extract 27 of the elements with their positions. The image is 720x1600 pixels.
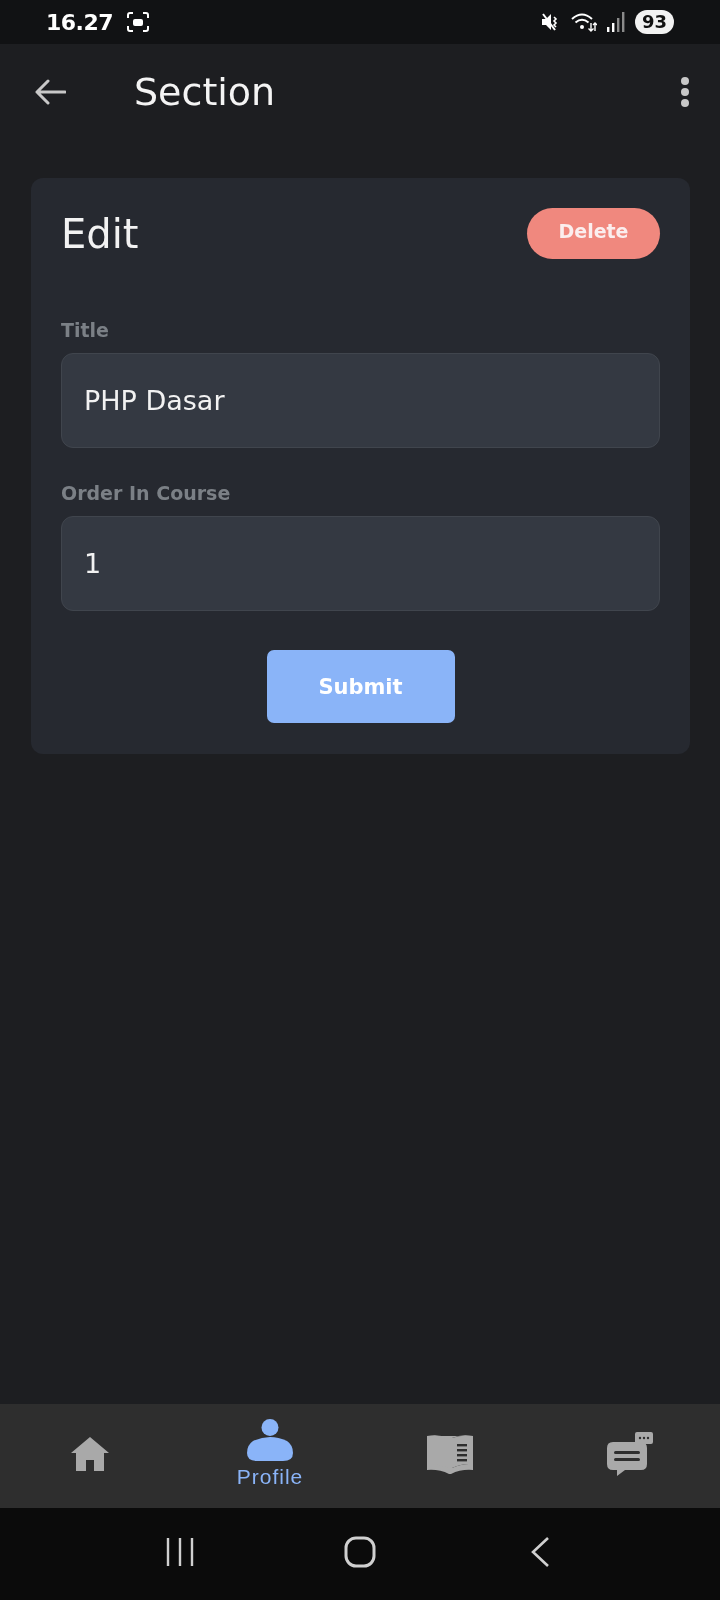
recent-apps-button[interactable] [166,1537,194,1567]
back-chevron-icon [530,1536,550,1568]
wifi-icon [570,12,597,32]
nav-tab[interactable]: Profile [180,1404,360,1508]
home-icon [71,1437,109,1471]
more-options-button[interactable] [680,77,690,107]
back-button[interactable] [34,79,66,105]
battery-level: 93 [634,10,674,34]
home-square-icon [344,1536,376,1568]
screen-title: Section [134,70,276,114]
signal-icon [606,12,625,32]
recent-apps-icon [166,1537,194,1567]
field-label: Order In Course [61,481,231,505]
nav-tab-label: Profile [236,1465,304,1489]
card-heading: Edit [61,213,139,254]
home-button[interactable] [344,1536,376,1568]
screenshot-icon [127,12,150,32]
text-input-field[interactable]: 1 [61,516,660,611]
text-input-field[interactable]: PHP Dasar [61,353,660,448]
status-time: 16.27 [46,9,114,35]
open-book-icon [427,1434,473,1474]
field-label: Title [61,318,109,342]
back-system-button[interactable] [530,1536,550,1568]
more-options-icon [680,77,690,107]
chat-bubbles-icon [607,1432,653,1476]
back-arrow-icon [34,79,66,105]
person-icon [247,1419,293,1461]
